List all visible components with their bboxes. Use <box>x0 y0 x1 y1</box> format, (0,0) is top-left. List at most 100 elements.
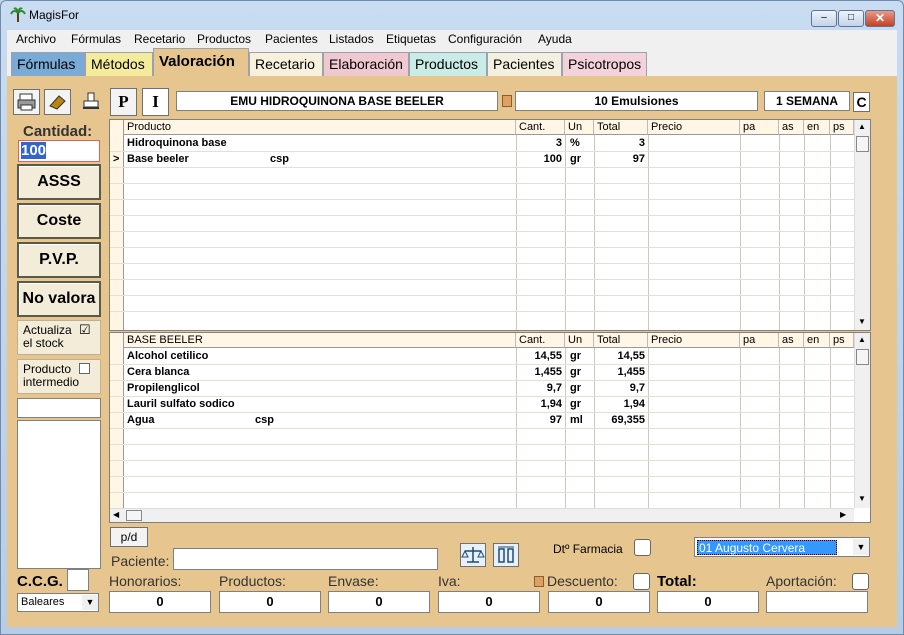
scroll-left-icon[interactable]: ◀ <box>113 510 119 519</box>
col-pa[interactable]: pa <box>740 120 779 135</box>
formula-name-field[interactable]: EMU HIDROQUINONA BASE BEELER <box>176 91 498 111</box>
menu-configuracion[interactable]: Configuración <box>448 32 522 46</box>
c-button[interactable]: C <box>853 92 870 112</box>
table-cell-producto[interactable]: Base beeler <box>127 151 189 167</box>
actualiza-stock-checkbox[interactable]: ☑ <box>79 322 91 338</box>
duration-field[interactable]: 1 SEMANA <box>764 91 850 111</box>
table-cell-cant[interactable]: 1,455 <box>516 364 565 380</box>
iva-value[interactable]: 0 <box>438 591 540 613</box>
left-notes-area[interactable] <box>17 420 101 569</box>
quantity-description-field[interactable]: 10 Emulsiones <box>515 91 758 111</box>
aportacion-checkbox[interactable] <box>852 573 869 590</box>
title-bar[interactable]: MagisFor – □ ✕ <box>1 1 903 29</box>
col-en[interactable]: en <box>804 120 830 135</box>
col-cant[interactable]: Cant. <box>516 120 565 135</box>
honorarios-value[interactable]: 0 <box>109 591 211 613</box>
tab-metodos[interactable]: Métodos <box>85 52 153 76</box>
scroll-up-icon[interactable]: ▲ <box>858 335 866 344</box>
farmacia-checkbox[interactable] <box>634 539 651 556</box>
base-grid-hscrollbar[interactable]: ◀ ▶ <box>110 508 854 522</box>
maximize-button[interactable]: □ <box>838 10 864 27</box>
table-cell-producto[interactable]: Cera blanca <box>127 364 189 380</box>
descuento-value[interactable]: 0 <box>548 591 650 613</box>
chevron-down-icon[interactable]: ▼ <box>853 539 869 555</box>
table-cell-producto[interactable]: Propilenglicol <box>127 380 200 396</box>
col-as[interactable]: as <box>779 333 804 348</box>
header-dropdown-handle[interactable] <box>502 95 512 107</box>
producto-intermedio-checkbox[interactable] <box>79 363 90 374</box>
eraser-button[interactable] <box>44 89 71 115</box>
p-button[interactable]: P <box>110 88 137 116</box>
table-cell-cant[interactable]: 3 <box>516 135 565 151</box>
col-total[interactable]: Total <box>594 120 648 135</box>
col-cant[interactable]: Cant. <box>516 333 565 348</box>
table-cell-cant[interactable]: 14,55 <box>516 348 565 364</box>
descuento-toggle[interactable] <box>534 576 544 587</box>
scroll-thumb[interactable] <box>856 136 869 152</box>
tab-formulas[interactable]: Fórmulas <box>11 52 85 76</box>
scroll-down-icon[interactable]: ▼ <box>858 494 866 503</box>
col-precio[interactable]: Precio <box>648 120 740 135</box>
col-as[interactable]: as <box>779 120 804 135</box>
ccg-input[interactable] <box>67 569 89 591</box>
region-select[interactable]: Baleares ▼ <box>17 593 99 612</box>
print-button[interactable] <box>13 89 40 115</box>
table-cell-cant[interactable]: 1,94 <box>516 396 565 412</box>
table-cell-producto[interactable]: Alcohol cetilico <box>127 348 208 364</box>
tab-valoracion[interactable]: Valoración <box>153 48 249 76</box>
pd-button[interactable]: p/d <box>110 527 148 547</box>
scroll-up-icon[interactable]: ▲ <box>858 122 866 131</box>
minimize-button[interactable]: – <box>811 10 837 27</box>
table-cell-producto[interactable]: Agua <box>127 412 155 428</box>
table-cell-producto[interactable]: Lauril sulfato sodico <box>127 396 235 412</box>
i-button[interactable]: I <box>142 88 169 116</box>
scroll-thumb[interactable] <box>856 349 869 365</box>
table-cell-producto[interactable]: Hidroquinona base <box>127 135 227 151</box>
col-un[interactable]: Un <box>565 333 594 348</box>
tab-productos[interactable]: Productos <box>409 52 487 76</box>
asss-button[interactable]: ASSS <box>17 164 101 200</box>
menu-etiquetas[interactable]: Etiquetas <box>386 32 436 46</box>
scroll-down-icon[interactable]: ▼ <box>858 317 866 326</box>
scroll-thumb[interactable] <box>126 510 142 521</box>
col-producto[interactable]: Producto <box>124 120 516 135</box>
col-ps[interactable]: ps <box>830 120 854 135</box>
col-un[interactable]: Un <box>565 120 594 135</box>
left-text-field[interactable] <box>17 398 101 418</box>
paciente-input[interactable] <box>173 548 438 570</box>
close-button[interactable]: ✕ <box>865 10 895 27</box>
menu-listados[interactable]: Listados <box>329 32 374 46</box>
menu-productos[interactable]: Productos <box>197 32 251 46</box>
bottles-button[interactable] <box>493 543 519 567</box>
aportacion-value[interactable] <box>766 591 868 613</box>
envase-value[interactable]: 0 <box>328 591 430 613</box>
menu-formulas[interactable]: Fórmulas <box>71 32 121 46</box>
menu-recetario[interactable]: Recetario <box>134 32 185 46</box>
no-valora-button[interactable]: No valora <box>17 281 101 317</box>
scale-button[interactable] <box>460 543 486 567</box>
tab-recetario[interactable]: Recetario <box>249 52 323 76</box>
formula-grid-scrollbar[interactable]: ▲ ▼ <box>854 120 870 330</box>
tab-pacientes[interactable]: Pacientes <box>487 52 562 76</box>
menu-archivo[interactable]: Archivo <box>16 32 56 46</box>
descuento-checkbox[interactable] <box>633 573 650 590</box>
total-value[interactable]: 0 <box>657 591 759 613</box>
col-pa[interactable]: pa <box>740 333 779 348</box>
tab-elaboracion[interactable]: Elaboración <box>323 52 409 76</box>
col-total[interactable]: Total <box>594 333 648 348</box>
chevron-down-icon[interactable]: ▼ <box>82 595 98 610</box>
col-ps[interactable]: ps <box>830 333 854 348</box>
table-cell-cant[interactable]: 97 <box>516 412 565 428</box>
col-en[interactable]: en <box>804 333 830 348</box>
productos-value[interactable]: 0 <box>219 591 321 613</box>
cantidad-input[interactable]: 100 <box>18 140 100 162</box>
coste-button[interactable]: Coste <box>17 203 101 239</box>
table-cell-cant[interactable]: 100 <box>516 151 565 167</box>
menu-ayuda[interactable]: Ayuda <box>538 32 572 46</box>
col-precio[interactable]: Precio <box>648 333 740 348</box>
base-grid-scrollbar[interactable]: ▲ ▼ <box>854 333 870 508</box>
scroll-right-icon[interactable]: ▶ <box>840 510 846 519</box>
tab-psicotropos[interactable]: Psicotropos <box>562 52 647 76</box>
pharmacist-select[interactable]: 01 Augusto Cervera ▼ <box>694 537 870 557</box>
pvp-button[interactable]: P.V.P. <box>17 242 101 278</box>
